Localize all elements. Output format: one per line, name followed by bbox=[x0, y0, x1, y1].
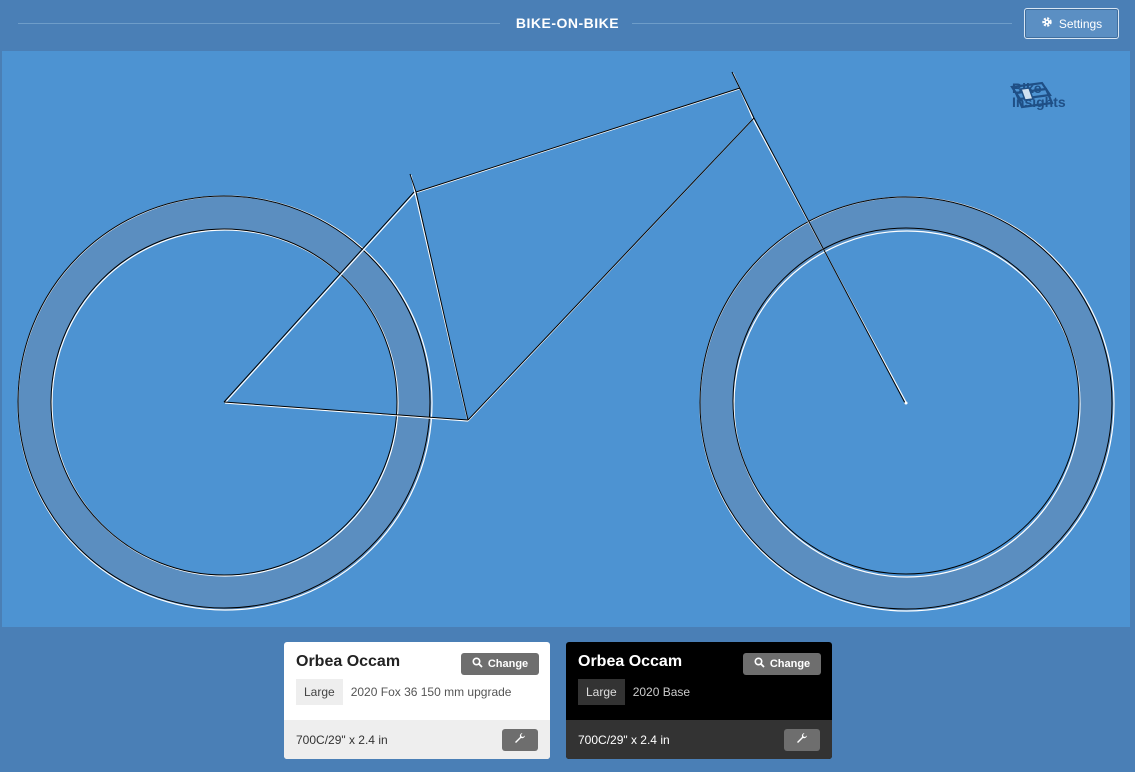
bike-card-header: Orbea Occam Change Large 2020 Base bbox=[566, 642, 832, 720]
size-build-row: Large 2020 Base bbox=[578, 679, 820, 705]
frame-size-badge: Large bbox=[296, 679, 343, 705]
bike-card-dark: Orbea Occam Change Large 2020 Base 700C/… bbox=[566, 642, 832, 759]
change-bike-button[interactable]: Change bbox=[743, 653, 821, 675]
bike-geometry-drawing bbox=[17, 71, 1115, 612]
bike-canvas: Bike Insights bbox=[2, 51, 1130, 627]
top-bar: BIKE-ON-BIKE Settings bbox=[0, 0, 1135, 51]
build-name: 2020 Base bbox=[632, 685, 691, 699]
wrench-icon bbox=[796, 732, 808, 747]
customize-button[interactable] bbox=[784, 728, 820, 751]
size-build-row: Large 2020 Fox 36 150 mm upgrade bbox=[296, 679, 538, 705]
change-label: Change bbox=[769, 658, 811, 670]
gear-icon bbox=[1041, 16, 1053, 31]
wrench-icon bbox=[514, 732, 526, 747]
page-title: BIKE-ON-BIKE bbox=[515, 15, 620, 31]
customize-button[interactable] bbox=[502, 728, 538, 751]
wheel-size: 700C/29" x 2.4 in bbox=[578, 732, 670, 747]
bike-card-header: Orbea Occam Change Large 2020 Fox 36 150… bbox=[284, 642, 550, 720]
bike-card-light: Orbea Occam Change Large 2020 Fox 36 150… bbox=[284, 642, 550, 759]
bike-card-footer: 700C/29" x 2.4 in bbox=[566, 720, 832, 759]
change-bike-button[interactable]: Change bbox=[461, 653, 539, 675]
change-label: Change bbox=[487, 658, 529, 670]
bike-insights-logo: Bike Insights bbox=[1008, 81, 1066, 109]
settings-button[interactable]: Settings bbox=[1024, 8, 1119, 39]
search-icon bbox=[754, 657, 765, 671]
build-name: 2020 Fox 36 150 mm upgrade bbox=[350, 685, 512, 699]
frame-size-badge: Large bbox=[578, 679, 625, 705]
front-axle bbox=[904, 401, 908, 405]
wheel-size: 700C/29" x 2.4 in bbox=[296, 732, 388, 747]
bike-card-footer: 700C/29" x 2.4 in bbox=[284, 720, 550, 759]
search-icon bbox=[472, 657, 483, 671]
settings-label: Settings bbox=[1058, 16, 1103, 31]
